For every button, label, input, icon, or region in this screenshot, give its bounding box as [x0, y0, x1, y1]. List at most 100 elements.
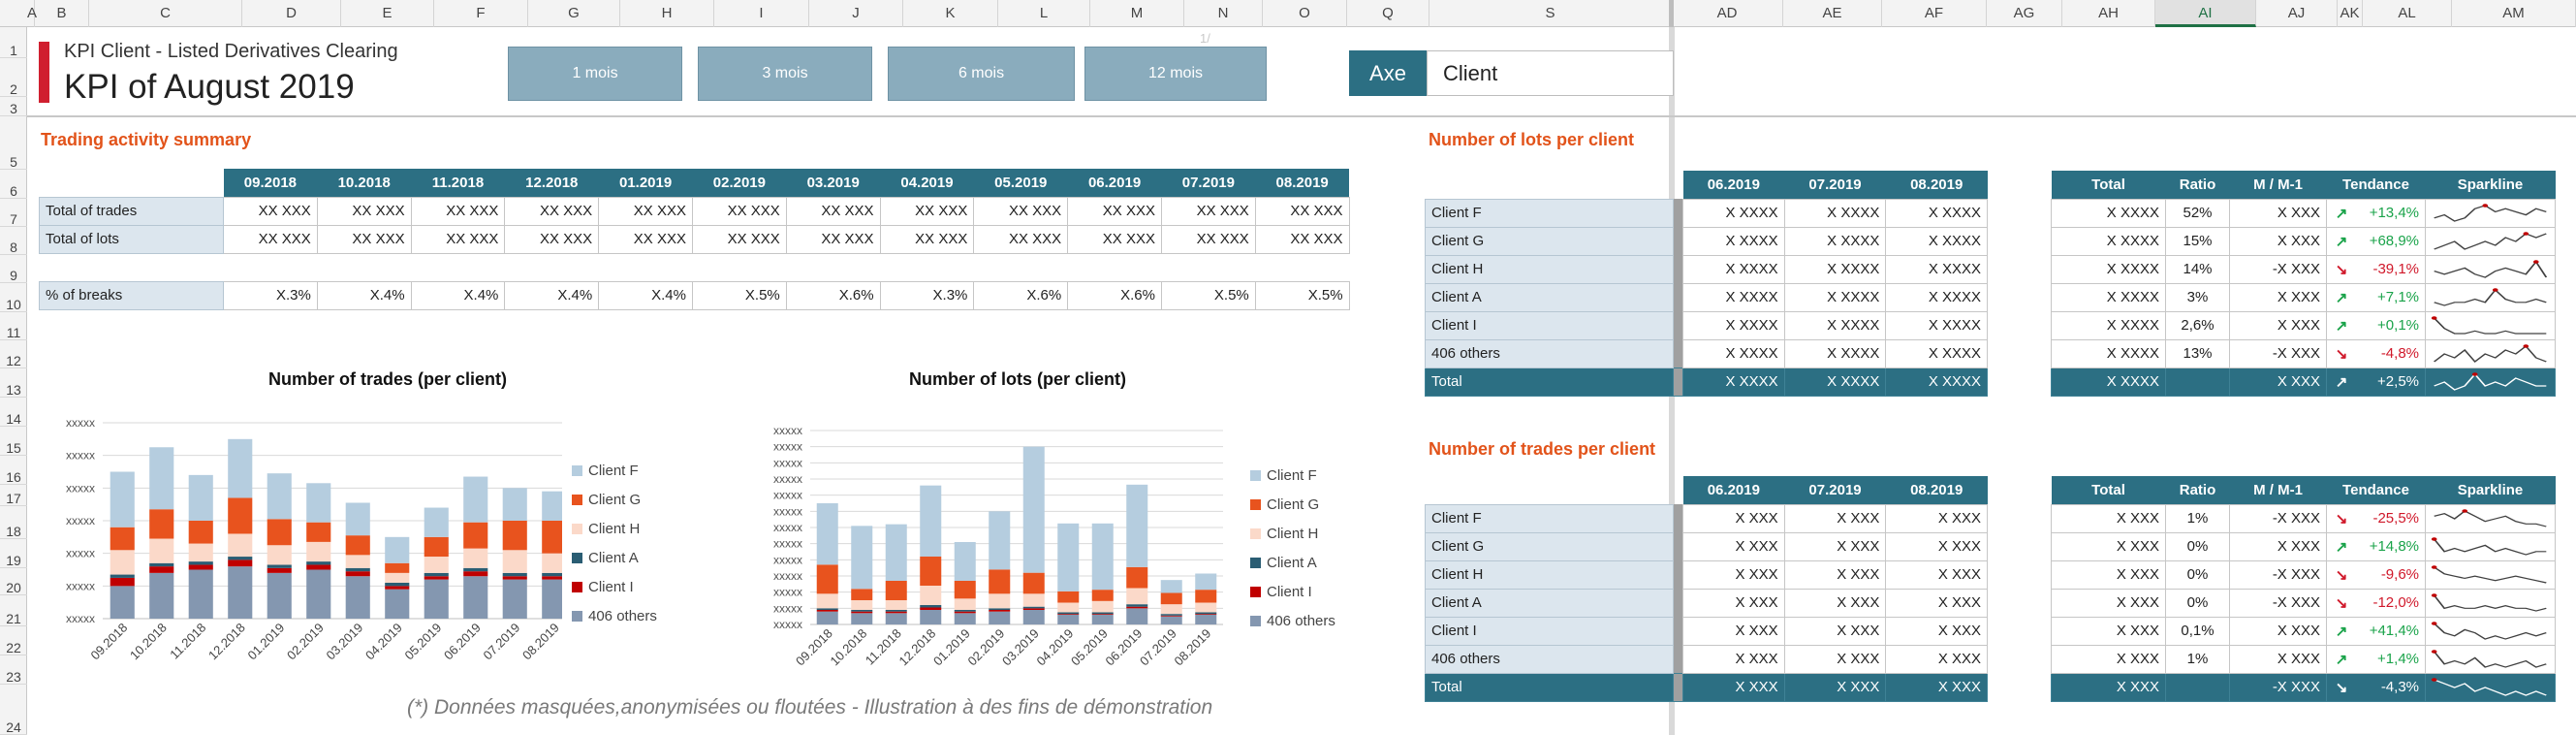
column-header[interactable]: C [89, 0, 242, 27]
bar-segment[interactable] [954, 613, 976, 624]
row-header[interactable]: 7 [0, 199, 27, 227]
bar-segment[interactable] [542, 572, 567, 577]
column-header[interactable]: AI [2155, 0, 2256, 27]
client-label[interactable]: Client H [1425, 254, 1674, 284]
bar-segment[interactable] [502, 579, 527, 619]
bar-segment[interactable] [851, 589, 873, 600]
bar-segment[interactable] [149, 566, 174, 573]
bar-segment[interactable] [424, 576, 449, 580]
bar-segment[interactable] [110, 550, 135, 575]
trend-cell[interactable]: ↗ +13,4% [2326, 198, 2426, 228]
bar-segment[interactable] [463, 567, 488, 572]
value-cell[interactable]: XX XXX [879, 196, 975, 226]
client-label[interactable]: Client A [1425, 282, 1674, 312]
bar-segment[interactable] [989, 593, 1011, 609]
row-header[interactable]: 13 [0, 368, 27, 398]
row-header[interactable]: 24 [0, 685, 27, 735]
trend-cell[interactable]: ↗ +2,5% [2326, 367, 2426, 397]
bar-segment[interactable] [954, 581, 976, 599]
ratio-cell[interactable]: 3% [2165, 282, 2230, 312]
client-label[interactable]: Client H [1425, 559, 1674, 590]
bar-segment[interactable] [228, 566, 253, 619]
value-cell[interactable]: X XXX [1682, 644, 1785, 674]
mm1-cell[interactable]: X XXX [2229, 198, 2327, 228]
bar-segment[interactable] [851, 600, 873, 610]
bar-segment[interactable] [1126, 566, 1148, 589]
value-cell[interactable]: X XXX [1682, 616, 1785, 646]
value-cell[interactable]: X XXX [1682, 672, 1785, 702]
bar-segment[interactable] [385, 586, 410, 590]
bar-segment[interactable] [306, 522, 331, 542]
value-cell[interactable]: X XXXX [1783, 367, 1887, 397]
bar-segment[interactable] [542, 576, 567, 580]
bar-segment[interactable] [816, 611, 838, 624]
bar-segment[interactable] [1160, 604, 1182, 615]
value-cell[interactable]: XX XXX [410, 224, 506, 254]
client-label[interactable]: Client I [1425, 310, 1674, 340]
value-cell[interactable]: X XXXX [1783, 338, 1887, 368]
bar-segment[interactable] [542, 491, 567, 521]
bar-segment[interactable] [110, 574, 135, 578]
legend-item[interactable]: Client A [1250, 548, 1335, 577]
bar-segment[interactable] [920, 610, 942, 624]
bar-segment[interactable] [502, 576, 527, 580]
bar-segment[interactable] [920, 485, 942, 557]
value-cell[interactable]: X XXX [1885, 559, 1989, 590]
legend-item[interactable]: 406 others [572, 601, 657, 630]
bar-segment[interactable] [1022, 446, 1045, 573]
bar-segment[interactable] [851, 610, 873, 612]
bar-segment[interactable] [267, 545, 292, 565]
legend-item[interactable]: Client H [1250, 519, 1335, 548]
trend-cell[interactable]: ↗ +68,9% [2326, 226, 2426, 256]
bar-segment[interactable] [228, 533, 253, 558]
row-header[interactable]: 14 [0, 398, 27, 427]
bar-segment[interactable] [502, 572, 527, 577]
ratio-cell[interactable]: 2,6% [2165, 310, 2230, 340]
value-cell[interactable]: XX XXX [598, 196, 693, 226]
trend-cell[interactable]: ↗ +41,4% [2326, 616, 2426, 646]
bar-segment[interactable] [345, 555, 370, 568]
total-cell[interactable]: X XXX [2051, 531, 2166, 561]
bar-segment[interactable] [345, 502, 370, 536]
value-cell[interactable]: X XXX [1682, 531, 1785, 561]
column-header[interactable]: Q [1347, 0, 1429, 27]
value-cell[interactable]: X.4% [504, 280, 600, 310]
period-button[interactable]: 12 mois [1084, 47, 1267, 101]
value-cell[interactable]: XX XXX [1254, 196, 1350, 226]
bar-segment[interactable] [1126, 588, 1148, 605]
bar-segment[interactable] [1057, 612, 1080, 615]
ratio-cell[interactable]: 14% [2165, 254, 2230, 284]
bar-segment[interactable] [345, 576, 370, 619]
bar-segment[interactable] [1195, 602, 1217, 613]
value-cell[interactable]: XX XXX [973, 196, 1069, 226]
value-cell[interactable]: XX XXX [785, 196, 881, 226]
bar-segment[interactable] [1057, 614, 1080, 615]
column-header[interactable]: G [528, 0, 620, 27]
row-header[interactable]: 6 [0, 170, 27, 199]
legend-item[interactable]: Client G [572, 485, 657, 514]
value-cell[interactable]: X.4% [410, 280, 506, 310]
total-cell[interactable]: X XXXX [2051, 282, 2166, 312]
bar-segment[interactable] [424, 557, 449, 573]
value-cell[interactable]: X XXX [1682, 588, 1785, 618]
bar-segment[interactable] [110, 527, 135, 551]
bar-segment[interactable] [188, 474, 213, 521]
row-header[interactable]: 3 [0, 97, 27, 116]
row-header[interactable]: 19 [0, 539, 27, 568]
client-label[interactable]: Total [1425, 367, 1674, 397]
bar-segment[interactable] [306, 541, 331, 562]
value-cell[interactable]: X.5% [691, 280, 787, 310]
bar-segment[interactable] [1160, 592, 1182, 605]
value-cell[interactable]: X XXXX [1885, 367, 1989, 397]
bar-segment[interactable] [1126, 606, 1148, 609]
value-cell[interactable]: X XXXX [1885, 198, 1989, 228]
mm1-cell[interactable]: -X XXX [2229, 559, 2327, 590]
ratio-cell[interactable]: 0% [2165, 531, 2230, 561]
bar-segment[interactable] [1057, 602, 1080, 613]
bar-segment[interactable] [267, 567, 292, 573]
ratio-cell[interactable] [2165, 672, 2230, 702]
bar-segment[interactable] [885, 524, 907, 581]
bar-segment[interactable] [885, 613, 907, 624]
bar-segment[interactable] [816, 608, 838, 610]
column-header[interactable]: AF [1882, 0, 1987, 27]
